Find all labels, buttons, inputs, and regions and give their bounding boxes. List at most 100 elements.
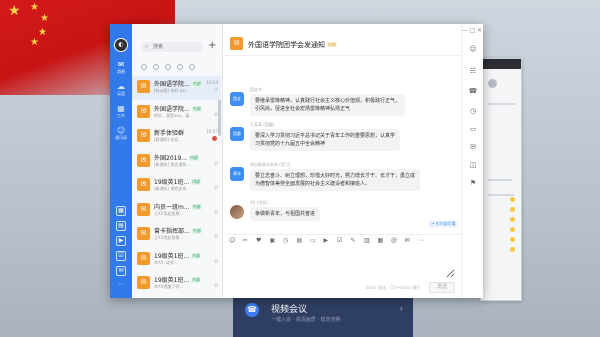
internal-tag: 内部 [191, 228, 202, 234]
clock-icon[interactable]: ◷ [283, 237, 288, 244]
nav-cloud[interactable]: ☁ 云盘 [113, 82, 129, 96]
conversation-preview: [新通知] 课程安排... [154, 186, 191, 191]
poll-icon[interactable]: ▦ [378, 237, 384, 244]
sender-name: 知识新青年发布 (学习) [250, 162, 291, 167]
phone-icon[interactable]: ☎ [468, 86, 478, 96]
work-icon: ▦ [117, 104, 125, 113]
video-meeting-banner[interactable]: ☎ 视频会议 一键入会 · 高清画质 · 稳定流畅 › [233, 295, 413, 337]
conversation-name: 外国2019... 内部 [154, 154, 199, 162]
maximize-icon[interactable]: □ [470, 27, 476, 34]
internal-tag: 内部 [189, 154, 199, 161]
conversation-name: 内员一班m... 内部 [154, 203, 202, 211]
internal-tag: 内部 [191, 81, 202, 87]
more-icon[interactable]: ⋯ [116, 281, 126, 291]
task-icon[interactable]: ☑ [116, 251, 126, 261]
doc-icon[interactable]: ✎ [351, 237, 356, 244]
group-avatar[interactable]: ✉ [230, 37, 243, 50]
list-item[interactable]: ✉ 曾卡指挥部... 内部 王XX发起投票... ⊘ [132, 223, 221, 247]
nav-work[interactable]: ▦ 工作 [113, 104, 129, 118]
message-bubble[interactable]: 争做新青年，与祖国共奋进 [250, 207, 321, 221]
list-item[interactable]: ✉ 新手体验群 10:57 [群通知] 欢迎... [132, 125, 221, 149]
list-item[interactable]: ✉ 内员一班m... 内部 王XX发起投票... ⊘ [132, 199, 221, 223]
conversation-name: 曾卡指挥部... 内部 [154, 228, 202, 235]
list-item[interactable]: ✉ 19级英1班... 内部 李XX: 收到... ⊘ [132, 248, 221, 272]
mail-icon[interactable]: ✉ [116, 266, 126, 276]
add-button[interactable]: + [208, 40, 216, 51]
message-line: 争做新青年，与祖国共奋进 [255, 211, 316, 217]
nav-label: 云盘 [117, 91, 125, 96]
group-avatar: ✉ [137, 153, 150, 167]
sender-avatar[interactable]: 青年 [230, 167, 244, 181]
history-icon[interactable]: ◷ [468, 106, 478, 116]
like-icon[interactable]: ♥ [256, 237, 261, 244]
filter-icon[interactable] [188, 64, 195, 70]
search-icon: ⌕ [145, 43, 149, 50]
search-box[interactable]: ⌕ [141, 42, 203, 52]
folder-icon[interactable]: ▭ [310, 237, 316, 244]
mail-icon[interactable]: ✉ [405, 237, 410, 244]
filter-icon[interactable] [164, 64, 171, 70]
meeting-icon[interactable]: ▶ [116, 236, 126, 246]
list-item[interactable]: ✉ 19级英1班... 内部 李XX提醒了你... ⊘ [132, 272, 221, 296]
sender-avatar[interactable] [230, 205, 244, 219]
file-icon[interactable]: ▤ [297, 237, 303, 244]
chat-title[interactable]: 外国语学院团学会发通知 内部 [248, 40, 337, 50]
folder-icon[interactable]: ▭ [468, 124, 478, 134]
internal-tag: 内部 [191, 105, 202, 112]
flag-icon[interactable]: ⚑ [468, 178, 478, 188]
message-input[interactable] [229, 248, 455, 278]
conversation-name: 19级英1班... 内部 [154, 179, 202, 186]
nav-messages[interactable]: ✉ 消息 [113, 60, 129, 74]
filter-icon[interactable] [141, 64, 147, 70]
minimize-icon[interactable]: — [462, 27, 468, 34]
avatar[interactable]: ◐ [114, 38, 128, 52]
conversation-name: 新手体验群 [154, 130, 185, 137]
message-line: 要立志奋斗、树立理想，珍惜大好时光，努力增长才干、长才干，勇立成 [255, 173, 416, 179]
list-item[interactable]: ✉ 外国语学院... 内部 你好，我是xxx，请... ⊘ [132, 101, 221, 125]
background-window [480, 58, 522, 301]
conversation-preview: [新通知] 班会通知... [154, 161, 191, 167]
more-icon[interactable]: ⋯ [418, 237, 424, 244]
at-icon[interactable]: @ [391, 237, 397, 244]
filter-icon[interactable] [152, 64, 159, 70]
message-bubble[interactable]: 要立志奋斗、树立理想，珍惜大好时光，努力增长才干、长才干，勇立成 为德智体美劳全面… [250, 169, 421, 191]
group-avatar: ✉ [137, 80, 150, 93]
internal-tag: 内部 [191, 277, 202, 283]
list-item[interactable]: ✉ 19级英1班... 内部 [新通知] 课程安排... ⊘ [132, 174, 221, 198]
calendar-icon[interactable]: ▦ [116, 206, 126, 216]
image-icon[interactable]: ▣ [270, 237, 276, 244]
smile-icon[interactable]: ☺ [468, 44, 478, 54]
pin-icon[interactable]: ◫ [468, 160, 478, 170]
list-item[interactable]: ✉ 外国语学院... 内部 10:54 [有@我] 你好 xxx ⊘ [132, 76, 221, 100]
mute-icon: ⊘ [213, 160, 218, 167]
chat-icon: ✉ [117, 60, 125, 69]
sender-avatar[interactable]: 团支 [230, 92, 244, 106]
close-icon[interactable]: ✕ [477, 27, 482, 34]
video-icon[interactable]: ▶ [324, 237, 329, 244]
message-bubble[interactable]: 要继承雷锋精神，认真践行社会主义核心价值观，积极践行正气， 引风尚，促进全社会宏扬… [250, 94, 406, 116]
conversation-time: 10:54 [206, 80, 218, 85]
scissors-icon[interactable]: ✂ [243, 237, 248, 244]
group-icon[interactable]: ☷ [468, 66, 478, 76]
send-button[interactable]: 发送 [429, 282, 455, 293]
message-icon[interactable]: ✉ [468, 142, 478, 152]
clipboard-icon[interactable]: ▥ [364, 237, 370, 244]
message-bubble[interactable]: 要深入学习贯彻习近平总书记关于青年工作的重要思想，认真学 习贯彻党的十九届五中全会… [250, 129, 401, 151]
internal-tag: 内部 [191, 179, 202, 185]
nav-contacts[interactable]: ☺ 通讯录 [113, 126, 129, 140]
search-input[interactable] [153, 43, 201, 51]
filter-icon[interactable] [176, 64, 183, 70]
sender-name: 团支书 [250, 87, 262, 92]
emoji-icon[interactable]: ☺ [229, 237, 235, 244]
group-avatar: ✉ [137, 276, 150, 289]
contacts-icon: ☺ [116, 126, 126, 135]
mute-icon: ⊘ [213, 111, 218, 118]
conversation-preview: 李XX: 收到... [154, 259, 178, 265]
list-item[interactable]: ✉ 外国2019... 内部 [新通知] 班会通知... ⊘ [132, 150, 221, 174]
sender-avatar[interactable]: 团委 [230, 127, 244, 141]
group-avatar: ✉ [137, 104, 150, 118]
check-icon[interactable]: ☑ [337, 237, 342, 244]
nav-label: 消息 [117, 69, 125, 74]
conversation-preview: [群通知] 欢迎... [154, 137, 183, 142]
document-icon[interactable]: ▤ [116, 221, 126, 231]
